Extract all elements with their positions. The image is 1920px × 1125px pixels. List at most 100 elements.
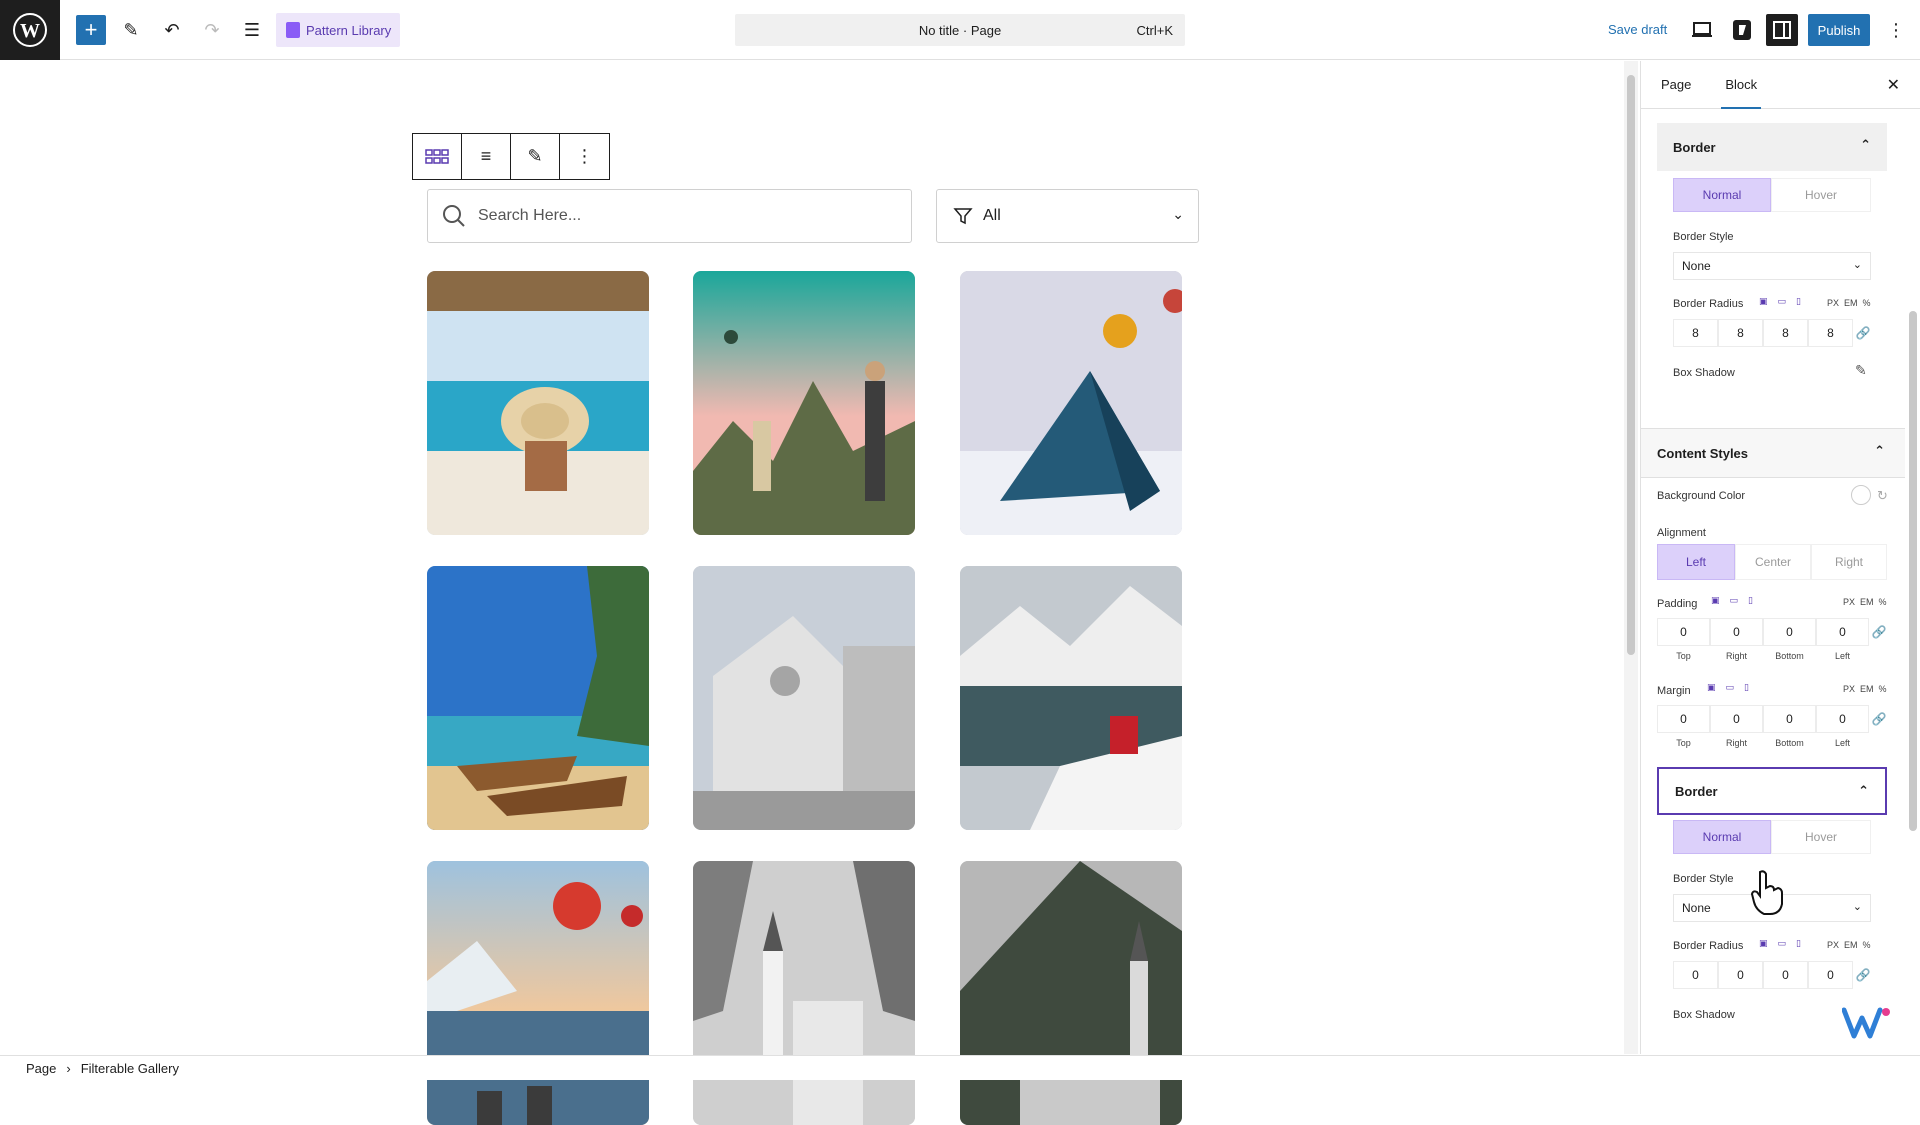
gallery-image-mountain-lake[interactable] [960, 566, 1182, 830]
border-hover-button[interactable]: Hover [1771, 820, 1871, 854]
gallery-image-pool[interactable] [427, 271, 649, 535]
unit-switcher: PX EM% [1843, 597, 1887, 607]
link-icon[interactable]: 🔗 [1869, 705, 1889, 733]
plugin-button[interactable] [1726, 14, 1758, 46]
castle-snow-photo [693, 861, 915, 1125]
tab-block[interactable]: Block [1721, 61, 1761, 109]
link-icon[interactable]: 🔗 [1869, 618, 1889, 646]
mobile-icon[interactable]: ▯ [1796, 296, 1801, 307]
gallery-image-beach-boats[interactable] [427, 566, 649, 830]
align-button[interactable]: ≡ [462, 134, 511, 179]
radius-top-input[interactable]: 8 [1673, 319, 1718, 347]
border-style-label: Border Style [1673, 231, 1734, 243]
radius-left-input[interactable]: 0 [1808, 961, 1853, 989]
gallery-image-cathedral[interactable] [693, 566, 915, 830]
tools-button[interactable]: ✎ [115, 14, 147, 46]
document-overview-button[interactable]: ☰ [236, 14, 268, 46]
canvas-scrollbar[interactable] [1624, 61, 1638, 1054]
padding-bottom-input[interactable]: 0 [1763, 618, 1816, 646]
more-vertical-icon: ⋮ [575, 146, 594, 166]
gallery-image-tent[interactable] [960, 271, 1182, 535]
sidebar-tabs: Page Block ✕ [1641, 61, 1920, 109]
border-style-select[interactable]: None ⌄ [1673, 252, 1871, 280]
publish-button[interactable]: Publish [1808, 14, 1870, 46]
align-right-button[interactable]: Right [1811, 544, 1887, 580]
background-color-swatch[interactable] [1851, 485, 1871, 505]
tablet-icon[interactable]: ▭ [1778, 296, 1787, 307]
gallery-search-input[interactable]: Search Here... [427, 189, 912, 243]
link-icon[interactable]: 🔗 [1853, 319, 1873, 347]
desktop-icon[interactable]: ▣ [1711, 595, 1720, 606]
radius-top-input[interactable]: 0 [1673, 961, 1718, 989]
radius-bottom-input[interactable]: 0 [1763, 961, 1808, 989]
pattern-library-button[interactable]: Pattern Library [276, 13, 400, 47]
padding-side-labels: Top Right Bottom Left [1676, 651, 1850, 661]
sidebar-scrollbar[interactable] [1905, 111, 1919, 1051]
gallery-image-balloons-valley[interactable] [693, 271, 915, 535]
gallery-image-castle-snow[interactable] [693, 861, 915, 1125]
document-title-bar[interactable]: No title · Page Ctrl+K [735, 14, 1185, 46]
border-state-toggle: Normal Hover [1673, 820, 1871, 854]
add-block-button[interactable]: + [76, 15, 106, 45]
border-normal-button[interactable]: Normal [1673, 820, 1771, 854]
settings-toggle-button[interactable] [1766, 14, 1798, 46]
document-title: No title · Page [918, 22, 1002, 38]
breadcrumb-block[interactable]: Filterable Gallery [81, 1061, 179, 1076]
margin-side-labels: Top Right Bottom Left [1676, 738, 1850, 748]
close-icon[interactable]: ✕ [1887, 75, 1900, 95]
padding-left-input[interactable]: 0 [1816, 618, 1869, 646]
gallery-filter-select[interactable]: All ⌄ [936, 189, 1199, 243]
options-menu-button[interactable]: ⋮ [1880, 14, 1912, 46]
margin-right-input[interactable]: 0 [1710, 705, 1763, 733]
radius-right-input[interactable]: 8 [1718, 319, 1763, 347]
align-left-button[interactable]: Left [1657, 544, 1735, 580]
align-center-button[interactable]: Center [1735, 544, 1811, 580]
reset-icon[interactable]: ↻ [1877, 488, 1888, 504]
hand-pointer-icon [1748, 868, 1788, 926]
link-icon[interactable]: 🔗 [1853, 961, 1873, 989]
tablet-icon[interactable]: ▭ [1730, 595, 1739, 606]
padding-top-input[interactable]: 0 [1657, 618, 1710, 646]
pencil-icon[interactable]: ✎ [1855, 362, 1867, 379]
brand-watermark-icon [1841, 1004, 1892, 1042]
mobile-icon[interactable]: ▯ [1744, 682, 1749, 693]
edit-button[interactable]: ✎ [511, 134, 560, 179]
padding-label: Padding [1657, 598, 1698, 610]
gallery-image-castle-mountain[interactable] [960, 861, 1182, 1125]
canvas-scrollbar-thumb[interactable] [1627, 75, 1635, 655]
desktop-icon[interactable]: ▣ [1759, 296, 1768, 307]
tab-page[interactable]: Page [1657, 61, 1695, 108]
margin-left-input[interactable]: 0 [1816, 705, 1869, 733]
margin-bottom-input[interactable]: 0 [1763, 705, 1816, 733]
redo-button[interactable]: ↷ [196, 14, 228, 46]
desktop-preview-icon [1692, 22, 1712, 37]
radius-right-input[interactable]: 0 [1718, 961, 1763, 989]
block-type-button[interactable] [413, 134, 462, 179]
preview-button[interactable] [1686, 14, 1718, 46]
border-panel-header-active[interactable]: Border ⌃ [1657, 767, 1887, 815]
radius-left-input[interactable]: 8 [1808, 319, 1853, 347]
tablet-icon[interactable]: ▭ [1726, 682, 1735, 693]
border-normal-button[interactable]: Normal [1673, 178, 1771, 212]
padding-right-input[interactable]: 0 [1710, 618, 1763, 646]
desktop-icon[interactable]: ▣ [1759, 938, 1768, 949]
block-options-button[interactable]: ⋮ [560, 134, 609, 179]
mobile-icon[interactable]: ▯ [1748, 595, 1753, 606]
sidebar-scrollbar-thumb[interactable] [1909, 311, 1917, 831]
tablet-icon[interactable]: ▭ [1778, 938, 1787, 949]
content-styles-header[interactable]: Content Styles ⌃ [1641, 428, 1905, 478]
border-hover-button[interactable]: Hover [1771, 178, 1871, 212]
border-panel-header[interactable]: Border ⌃ [1657, 123, 1887, 171]
undo-button[interactable]: ↶ [156, 14, 188, 46]
box-shadow-label: Box Shadow [1673, 367, 1735, 379]
breadcrumb-page[interactable]: Page [26, 1061, 56, 1076]
chevron-up-icon: ⌃ [1874, 443, 1885, 458]
desktop-icon[interactable]: ▣ [1707, 682, 1716, 693]
save-draft-button[interactable]: Save draft [1608, 22, 1667, 37]
wordpress-logo[interactable]: W [0, 0, 60, 60]
gallery-image-balloons-sunset[interactable] [427, 861, 649, 1125]
radius-bottom-input[interactable]: 8 [1763, 319, 1808, 347]
mobile-icon[interactable]: ▯ [1796, 938, 1801, 949]
margin-top-input[interactable]: 0 [1657, 705, 1710, 733]
chevron-up-icon: ⌃ [1860, 137, 1871, 152]
